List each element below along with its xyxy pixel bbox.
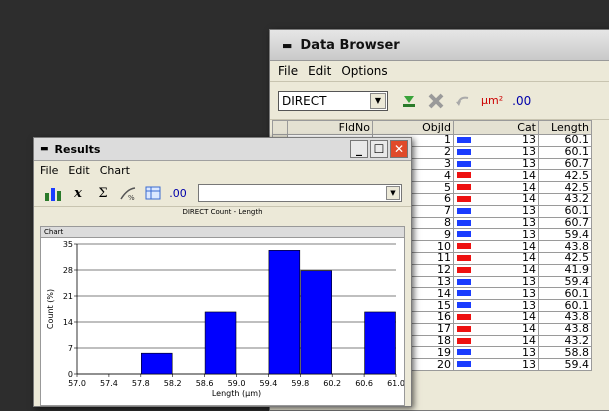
histogram-bar: [364, 311, 396, 375]
menu-edit[interactable]: Edit: [68, 164, 89, 177]
length-cell[interactable]: 59.4: [538, 357, 592, 371]
data-browser-title: Data Browser: [300, 37, 400, 53]
x-tick-label: 59.0: [228, 379, 246, 388]
category-color-swatch: [457, 231, 471, 238]
x-tick-label: 61.0: [387, 379, 404, 388]
menu-file[interactable]: File: [278, 64, 298, 78]
menu-edit[interactable]: Edit: [308, 64, 331, 78]
chart-panel-header: Chart: [41, 227, 404, 238]
menu-chart[interactable]: Chart: [100, 164, 130, 177]
category-color-swatch: [457, 313, 471, 320]
cat-cell-text: 13: [522, 357, 536, 371]
col-fldno[interactable]: FldNo: [287, 120, 373, 135]
category-color-swatch: [457, 195, 471, 202]
svg-text:%: %: [128, 194, 135, 201]
category-color-swatch: [457, 148, 471, 155]
y-tick-label: 21: [63, 292, 73, 301]
import-icon[interactable]: [400, 89, 418, 113]
col-cat[interactable]: Cat: [453, 120, 539, 135]
category-color-swatch: [457, 137, 471, 143]
category-color-swatch: [457, 337, 471, 344]
category-color-swatch: [457, 325, 471, 332]
results-title: Results: [54, 142, 101, 156]
category-color-swatch: [457, 184, 471, 191]
menu-file[interactable]: File: [40, 164, 58, 177]
category-color-swatch: [457, 278, 471, 285]
undo-icon[interactable]: [454, 89, 472, 113]
data-browser-menubar: File Edit Options: [270, 61, 609, 82]
x-tick-label: 60.6: [355, 379, 373, 388]
decimals-button[interactable]: .00: [512, 89, 531, 113]
minimize-icon[interactable]: _: [350, 140, 368, 158]
category-color-swatch: [457, 243, 471, 250]
col-objid[interactable]: ObjId: [372, 120, 454, 135]
x-tick-label: 58.2: [164, 379, 182, 388]
histogram-bar: [204, 311, 237, 375]
category-color-swatch: [457, 361, 471, 368]
x-tick-label: 59.4: [259, 379, 277, 388]
variable-x-icon[interactable]: x: [67, 182, 89, 204]
y-tick-label: 35: [63, 240, 73, 249]
category-color-swatch: [457, 219, 471, 226]
bar-chart-icon[interactable]: [42, 182, 64, 204]
category-color-swatch: [457, 349, 471, 356]
cat-cell[interactable]: 13: [453, 357, 539, 371]
chevron-down-icon[interactable]: ▼: [386, 186, 400, 200]
maximize-icon[interactable]: ☐: [370, 140, 388, 158]
menu-options[interactable]: Options: [341, 64, 387, 78]
decimals-button[interactable]: .00: [167, 182, 189, 204]
results-menubar: File Edit Chart: [34, 161, 411, 180]
category-color-swatch: [457, 302, 471, 309]
category-color-swatch: [457, 266, 471, 273]
results-window: ▬ Results _ ☐ ✕ File Edit Chart x Σ % .0…: [33, 137, 412, 407]
x-tick-label: 59.8: [291, 379, 309, 388]
col-length[interactable]: Length: [538, 120, 592, 135]
y-tick-label: 14: [63, 318, 73, 327]
x-tick-label: 57.0: [68, 379, 86, 388]
results-select[interactable]: ▼: [198, 184, 402, 202]
percent-curve-icon[interactable]: %: [117, 182, 139, 204]
category-color-swatch: [457, 207, 471, 214]
y-tick-label: 28: [63, 266, 73, 275]
table-icon[interactable]: [142, 182, 164, 204]
row-header-col: [272, 120, 288, 135]
data-browser-titlebar[interactable]: ▬ Data Browser: [270, 30, 609, 61]
y-tick-label: 7: [68, 344, 73, 353]
category-color-swatch: [457, 160, 471, 167]
dataset-select[interactable]: DIRECT ▼: [278, 90, 388, 111]
x-axis-label: Length (µm): [212, 389, 261, 398]
category-color-swatch: [457, 254, 471, 261]
length-cell-text: 59.4: [564, 357, 590, 371]
close-icon[interactable]: ✕: [390, 140, 408, 158]
window-menu-icon[interactable]: ▬: [40, 144, 49, 154]
chevron-down-icon[interactable]: ▼: [370, 92, 386, 109]
histogram-bar: [300, 270, 332, 375]
results-titlebar[interactable]: ▬ Results _ ☐ ✕: [34, 138, 411, 161]
y-tick-label: 0: [68, 370, 73, 379]
window-menu-icon[interactable]: ▬: [282, 39, 292, 52]
chart-title: DIRECT Count - Length: [182, 208, 263, 216]
histogram-bar: [268, 250, 301, 375]
histogram-chart: 0 7 14 21 28 35 57.0 57.4 57.8 58.2 58.6 59.0 59.4 59…: [46, 240, 405, 398]
unit-button[interactable]: µm²: [481, 89, 503, 113]
category-color-swatch: [457, 172, 471, 179]
sigma-icon[interactable]: Σ: [92, 182, 114, 204]
x-tick-label: 58.6: [196, 379, 214, 388]
chart-panel: Chart 0 7 14 21 28 35 57.0 57.4 57.8 58.2 58.6 59.0…: [40, 226, 405, 406]
objid-cell-text: 20: [437, 357, 451, 371]
category-color-swatch: [457, 290, 471, 297]
results-toolbar: x Σ % .00 ▼: [34, 180, 411, 207]
data-browser-toolbar: DIRECT ▼ µm² .00: [270, 82, 609, 120]
delete-icon[interactable]: [427, 89, 445, 113]
y-axis-label: Count (%): [46, 289, 55, 329]
x-tick-label: 60.2: [323, 379, 341, 388]
x-tick-label: 57.4: [100, 379, 118, 388]
x-tick-label: 57.8: [132, 379, 150, 388]
histogram-bar: [141, 352, 173, 375]
dataset-select-value: DIRECT: [282, 93, 327, 108]
